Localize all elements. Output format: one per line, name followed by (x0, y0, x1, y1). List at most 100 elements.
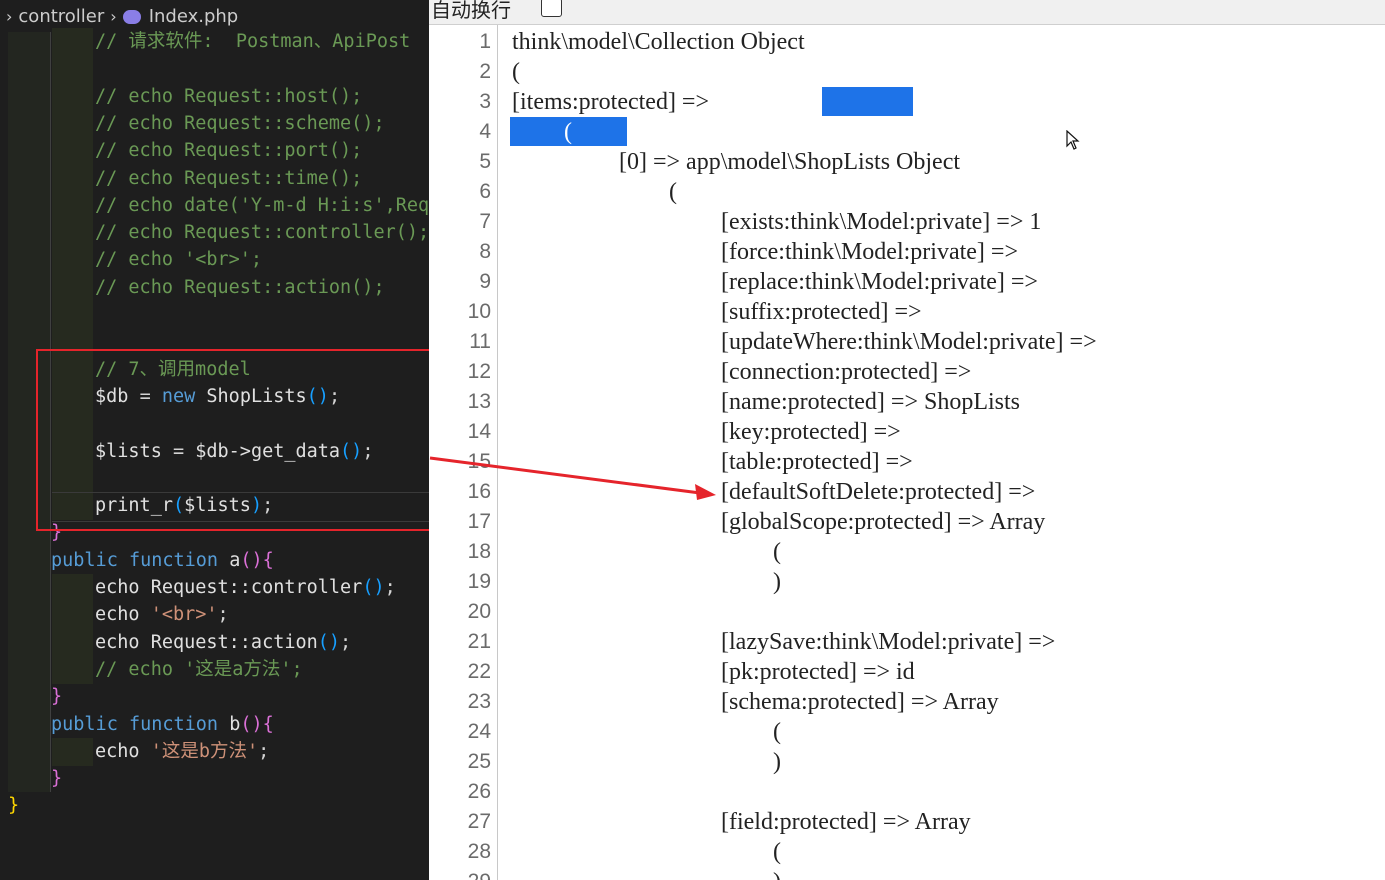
code-line: echo '这是b方法'; (95, 738, 269, 765)
output-line: [table:protected] => (721, 447, 913, 477)
output-line-text: ( (669, 179, 677, 205)
output-line-text: ( (512, 59, 520, 85)
indent-band (52, 628, 93, 657)
code-line: // 请求软件: Postman、ApiPost (95, 28, 410, 55)
line-number: 10 (467, 300, 491, 323)
selected-text: Array (727, 89, 783, 115)
line-number: 15 (467, 450, 491, 473)
indent-band (52, 737, 93, 766)
code-token: () (362, 577, 385, 598)
code-token: // echo Request::scheme(); (95, 112, 385, 134)
output-line-text: ) (773, 869, 781, 880)
output-line: [force:think\Model:private] => (721, 237, 1018, 267)
code-token: // echo Request::time(); (95, 167, 363, 189)
output-line-text: [key:protected] => (721, 419, 901, 445)
output-line-text: [items:protected] => (512, 89, 716, 115)
line-number: 9 (479, 270, 491, 293)
output-viewer[interactable]: 自动换行 1 2 3 4 5 6 7 8 9 10 11 12 13 14 15 16 17 18 19 20 21 22… (429, 0, 1385, 880)
line-number: 23 (467, 690, 491, 713)
output-line: [0] => app\model\ShopLists Object (619, 147, 960, 177)
code-token: () (317, 631, 341, 653)
output-line-text: [lazySave:think\Model:private] => (721, 629, 1056, 655)
line-number: 26 (467, 780, 491, 803)
output-line-text: ) (773, 749, 781, 775)
line-number: 20 (467, 600, 491, 623)
line-number: 29 (429, 867, 491, 880)
output-line-text: ( (564, 119, 572, 145)
output-line: think\model\Collection Object (512, 27, 805, 57)
output-line: [items:protected] => Array (512, 87, 783, 117)
output-line: [pk:protected] => id (721, 657, 915, 687)
code-token: '这是b方法' (150, 740, 259, 762)
output-line: ( (669, 177, 677, 207)
viewer-toolbar: 自动换行 (429, 0, 1385, 25)
code-token: public function (51, 549, 230, 571)
php-file-icon (122, 10, 141, 24)
output-line-text: ( (773, 539, 781, 565)
breadcrumb-folder[interactable]: controller (18, 6, 104, 27)
output-line-text: [updateWhere:think\Model:private] => (721, 329, 1097, 355)
output-line: [schema:protected] => Array (721, 687, 999, 717)
line-number: 5 (479, 150, 491, 173)
line-number: 6 (479, 180, 491, 203)
code-line: echo '<br>'; (95, 601, 229, 628)
code-token: ; (384, 577, 396, 598)
output-line-text: [exists:think\Model:private] => 1 (721, 209, 1042, 235)
output-line: [field:protected] => Array (721, 807, 971, 837)
selection-highlight (822, 87, 913, 116)
code-token: echo (95, 604, 151, 626)
code-token: // echo '这是a方法'; (95, 658, 303, 680)
line-number: 12 (467, 360, 491, 383)
indent-band (52, 273, 93, 302)
code-line: // echo Request::scheme(); (95, 110, 385, 137)
line-number: 13 (467, 390, 491, 413)
line-number: 2 (479, 60, 491, 83)
indent-band (52, 82, 93, 111)
code-line: // echo Request::port(); (95, 137, 362, 164)
output-line: [name:protected] => ShopLists (721, 387, 1020, 417)
code-token: } (51, 768, 63, 790)
output-line-text: [defaultSoftDelete:protected] => (721, 479, 1036, 505)
indent-band (52, 301, 93, 329)
code-line: // echo Request::controller(); (95, 219, 429, 246)
word-wrap-checkbox[interactable] (541, 0, 562, 17)
line-number: 7 (479, 210, 491, 233)
output-line-text: [suffix:protected] => (721, 299, 922, 325)
code-editor-pane[interactable]: › controller › Index.php // 请求软件: Postma… (0, 0, 429, 880)
code-token: () (240, 713, 263, 735)
code-token: ; (340, 631, 352, 653)
code-token: // echo Request::controller(); (95, 222, 429, 244)
chevron-right-icon: › (110, 6, 117, 26)
code-token: // echo date('Y-m-d H:i:s',Req (95, 194, 429, 216)
line-number: 25 (467, 750, 491, 773)
code-token: // echo '<br>'; (95, 249, 263, 271)
code-token: '<br>' (150, 604, 218, 626)
output-line: ( (512, 57, 520, 87)
indent-band (52, 28, 93, 56)
code-token: () (240, 549, 263, 571)
output-line-text: [globalScope:protected] => Array (721, 509, 1046, 535)
code-token: { (262, 549, 274, 571)
output-line-text: [force:think\Model:private] => (721, 239, 1018, 265)
line-number: 11 (469, 330, 491, 353)
line-number: 18 (467, 540, 491, 563)
mouse-cursor-icon (1066, 130, 1080, 150)
code-line: // echo Request::action(); (95, 274, 385, 301)
line-number: 4 (479, 120, 491, 143)
code-token: // echo Request::host(); (95, 85, 363, 107)
output-line-text: [table:protected] => (721, 449, 913, 475)
output-line: [globalScope:protected] => Array (721, 507, 1045, 537)
output-line: ( (773, 837, 781, 867)
line-number: 19 (467, 570, 491, 593)
code-line: } (51, 683, 62, 710)
output-line: [exists:think\Model:private] => 1 (721, 207, 1041, 237)
code-line: // echo Request::host(); (95, 83, 362, 110)
word-wrap-label: 自动换行 (431, 0, 511, 22)
code-line: } (51, 765, 62, 792)
output-line: [connection:protected] => (721, 357, 971, 387)
indent-band (52, 191, 93, 220)
code-token: } (51, 686, 63, 708)
output-line: ( (773, 537, 781, 567)
output-line: [updateWhere:think\Model:private] => (721, 327, 1097, 357)
breadcrumb-file[interactable]: Index.php (149, 6, 239, 27)
